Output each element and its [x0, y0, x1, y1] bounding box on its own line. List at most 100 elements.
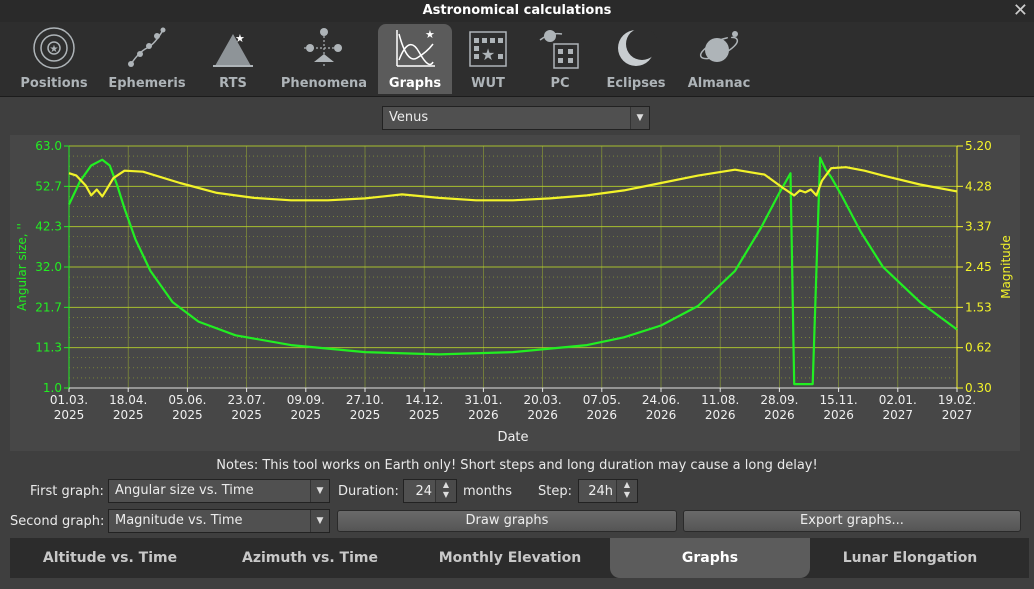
- x-tick-label: 31.01.: [464, 393, 502, 407]
- bottom-tabbar: Altitude vs. Time Azimuth vs. Time Month…: [10, 538, 1029, 578]
- positions-icon: ★: [33, 27, 75, 69]
- toolbar-phenomena[interactable]: Phenomena: [276, 24, 372, 94]
- y-tick-label: 21.7: [35, 300, 62, 314]
- x-tick-label: 2025: [172, 408, 203, 422]
- toolbar-pc[interactable]: PC: [530, 24, 590, 94]
- x-tick-label: 19.02.: [938, 393, 976, 407]
- x-tick-label: 2025: [231, 408, 262, 422]
- duration-value: 24: [415, 484, 432, 499]
- x-tick-label: 01.03.: [50, 393, 88, 407]
- tab-graphs[interactable]: Graphs: [610, 538, 810, 578]
- duration-unit: months: [463, 484, 512, 499]
- x-tick-label: 2025: [54, 408, 85, 422]
- x-tick-label: 2025: [350, 408, 381, 422]
- first-graph-label: First graph:: [30, 484, 104, 499]
- step-spinbox[interactable]: 24h ▲ ▼: [578, 479, 638, 503]
- tab-lunar-elongation[interactable]: Lunar Elongation: [810, 538, 1010, 578]
- first-graph-select[interactable]: Angular size vs. Time ▼: [108, 479, 330, 503]
- y-tick-label: 63.0: [35, 139, 62, 153]
- export-graphs-button[interactable]: Export graphs...: [683, 510, 1021, 532]
- x-tick-label: 09.09.: [287, 393, 325, 407]
- almanac-icon: ★: [699, 31, 739, 62]
- toolbar-ephemeris[interactable]: Ephemeris: [104, 24, 190, 94]
- eclipses-icon: [618, 28, 658, 66]
- first-graph-value: Angular size vs. Time: [115, 483, 254, 498]
- toolbar-label: Positions: [20, 76, 88, 91]
- tab-altitude-vs-time[interactable]: Altitude vs. Time: [10, 538, 210, 578]
- x-tick-label: 2027: [942, 408, 973, 422]
- x-tick-label: 2026: [587, 408, 618, 422]
- svg-text:★: ★: [481, 45, 495, 64]
- svg-text:★: ★: [235, 32, 245, 45]
- svg-text:★: ★: [50, 44, 59, 55]
- graph-area: 01.03. 2025 18.04. 2025 05.06. 2025 23.07. 2025…: [10, 135, 1020, 451]
- x-tick-label: 24.06.: [642, 393, 680, 407]
- object-select[interactable]: Venus ▼: [382, 106, 650, 130]
- svg-text:★: ★: [425, 28, 435, 41]
- y2-tick-label: 1.53: [965, 300, 992, 314]
- y-tick-label: 11.3: [35, 341, 62, 355]
- x-tick-label: 2025: [409, 408, 440, 422]
- toolbar-label: Almanac: [687, 76, 751, 91]
- x-tick-label: 28.09.: [760, 393, 798, 407]
- toolbar-almanac[interactable]: ★ Almanac: [682, 24, 756, 94]
- step-label: Step:: [538, 484, 572, 499]
- y2-tick-label: 3.37: [965, 220, 992, 234]
- toolbar-wut[interactable]: ★ WUT: [460, 24, 516, 94]
- duration-spinbox[interactable]: 24 ▲ ▼: [403, 479, 457, 503]
- toolbar-graphs[interactable]: ★ Graphs: [378, 24, 452, 94]
- x-tick-label: 2026: [527, 408, 558, 422]
- chevron-down-icon[interactable]: ▼: [310, 510, 329, 532]
- toolbar-rts[interactable]: ★ RTS: [198, 24, 268, 94]
- window-title: Astronomical calculations: [422, 3, 612, 18]
- x-tick-label: 2026: [705, 408, 736, 422]
- draw-graphs-button[interactable]: Draw graphs: [337, 510, 677, 532]
- tab-monthly-elevation[interactable]: Monthly Elevation: [410, 538, 610, 578]
- x-tick-label: 05.06.: [168, 393, 206, 407]
- y-tick-label: 42.3: [35, 220, 62, 234]
- x-tick-label: 23.07.: [228, 393, 266, 407]
- graphs-icon: ★: [396, 28, 435, 67]
- chevron-down-icon[interactable]: ▼: [310, 480, 329, 502]
- rts-icon: ★: [213, 32, 253, 67]
- ephemeris-icon: [128, 27, 166, 67]
- toolbar-label: Eclipses: [606, 76, 666, 91]
- duration-label: Duration:: [338, 484, 399, 499]
- toolbar-eclipses[interactable]: Eclipses: [602, 24, 670, 94]
- y2-tick-label: 2.45: [965, 260, 992, 274]
- second-graph-label: Second graph:: [10, 514, 105, 529]
- spin-arrows-icon[interactable]: ▲ ▼: [616, 480, 637, 502]
- phenomena-icon: [304, 28, 344, 68]
- x-tick-label: 18.04.: [109, 393, 147, 407]
- x-axis-label: Date: [497, 430, 528, 445]
- x-tick-label: 02.01.: [879, 393, 917, 407]
- x-tick-label: 2025: [291, 408, 322, 422]
- y2-tick-label: 4.28: [965, 179, 992, 193]
- x-tick-label: 2026: [823, 408, 854, 422]
- x-tick-label: 2025: [113, 408, 144, 422]
- y2-tick-label: 0.30: [965, 381, 992, 395]
- toolbar-positions[interactable]: ★ Positions: [16, 24, 92, 94]
- x-tick-label: 07.05.: [583, 393, 621, 407]
- close-icon[interactable]: ✕: [1013, 0, 1028, 22]
- toolbar-label: Ephemeris: [108, 76, 186, 91]
- x-tick-label: 20.03.: [524, 393, 562, 407]
- notes-text: Notes: This tool works on Earth only! Sh…: [216, 458, 818, 473]
- y-axis-label: Angular size, '': [15, 223, 29, 311]
- y-tick-label: 52.7: [35, 179, 62, 193]
- x-tick-label: 2026: [646, 408, 677, 422]
- toolbar-label: WUT: [471, 76, 505, 91]
- tab-azimuth-vs-time[interactable]: Azimuth vs. Time: [210, 538, 410, 578]
- x-tick-label: 14.12.: [405, 393, 443, 407]
- x-tick-label: 11.08.: [701, 393, 739, 407]
- wut-icon: ★: [469, 31, 507, 67]
- spin-arrows-icon[interactable]: ▲ ▼: [435, 480, 456, 502]
- second-graph-select[interactable]: Magnitude vs. Time ▼: [108, 509, 330, 533]
- y2-tick-label: 5.20: [965, 139, 992, 153]
- x-tick-label: 2026: [468, 408, 499, 422]
- chevron-down-icon[interactable]: ▼: [630, 107, 649, 129]
- toolbar-label: RTS: [219, 76, 247, 91]
- y-tick-label: 1.0: [43, 381, 62, 395]
- toolbar-label: PC: [550, 76, 570, 91]
- x-tick-label: 15.11.: [820, 393, 858, 407]
